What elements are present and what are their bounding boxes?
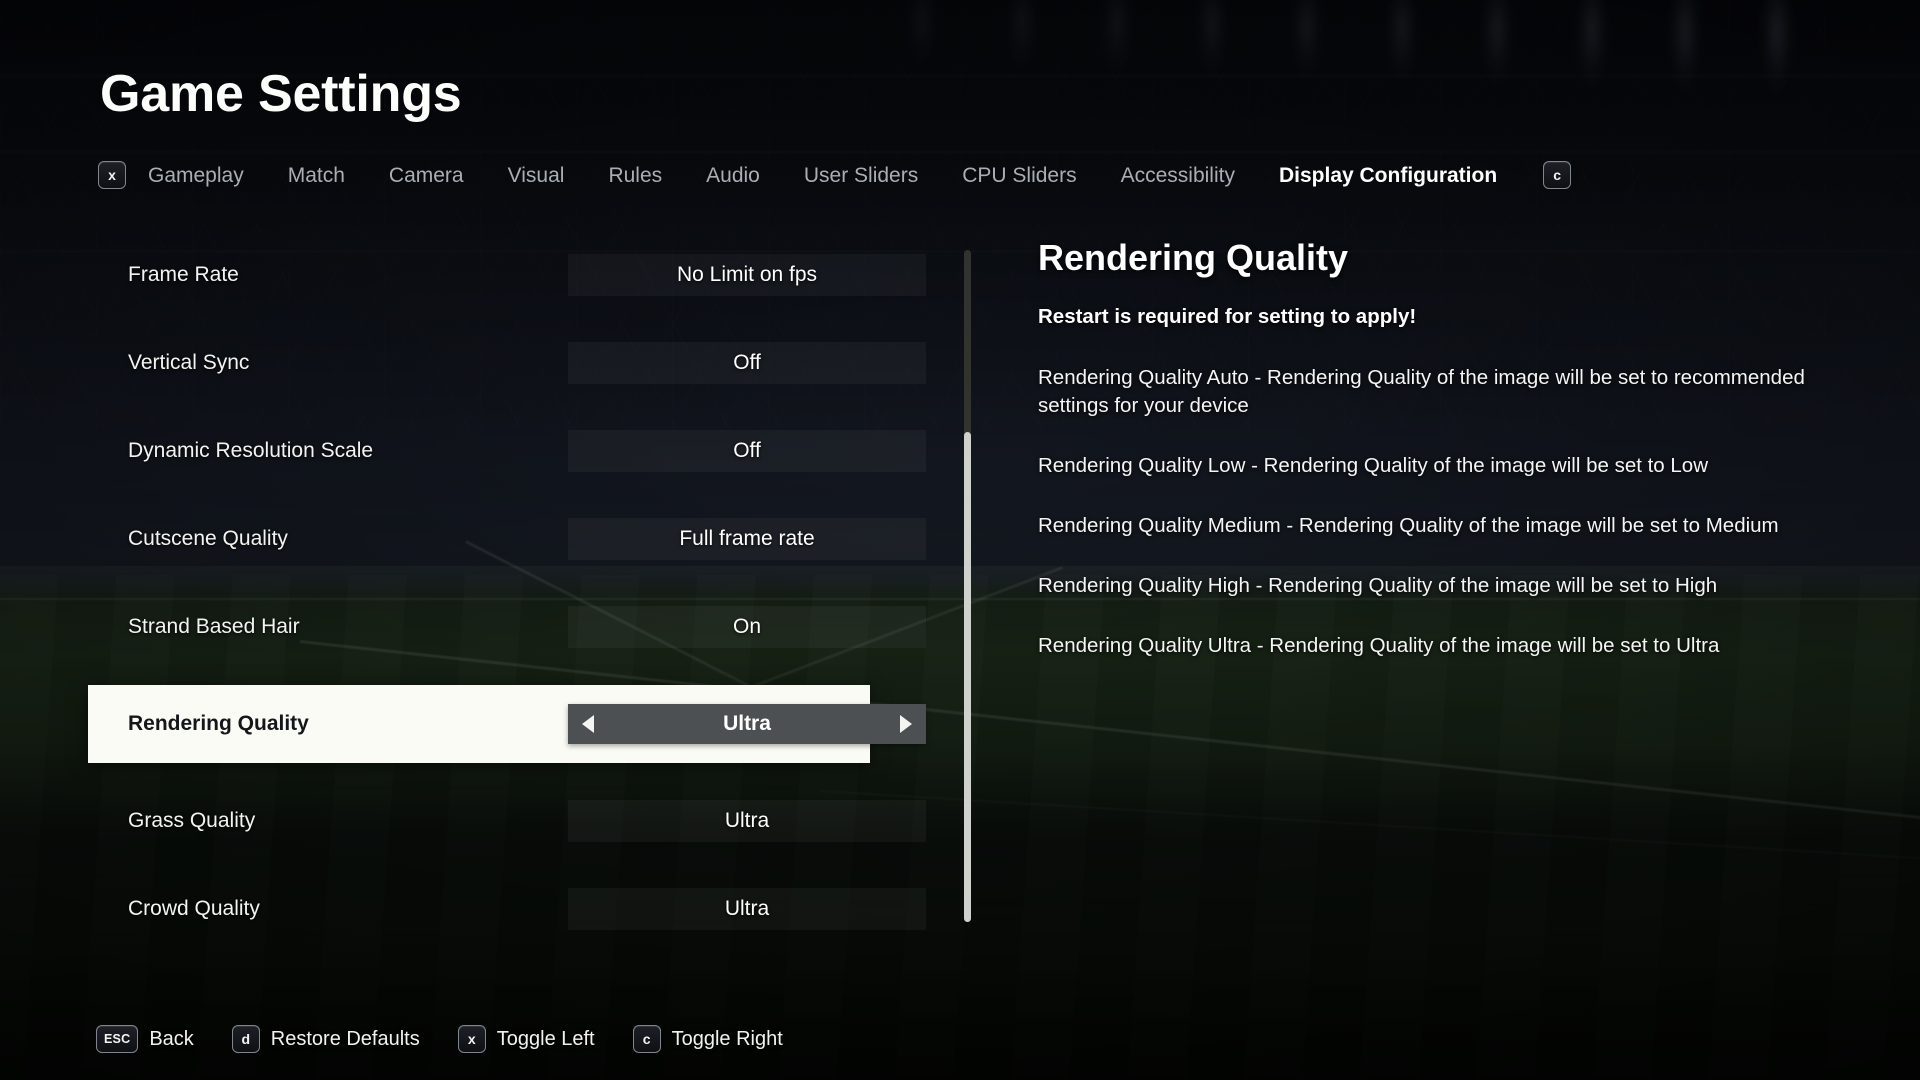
info-description-item: Rendering Quality Low - Rendering Qualit… [1038, 453, 1709, 477]
setting-label: Vertical Sync [128, 351, 250, 374]
setting-value-field: Full frame rate [568, 518, 926, 560]
setting-value-field: Ultra [568, 888, 926, 930]
setting-row[interactable]: Crowd Quality Ultra [100, 879, 958, 939]
setting-label: Strand Based Hair [128, 615, 300, 638]
info-description-item: Rendering Quality Medium - Rendering Qua… [1038, 513, 1779, 537]
footer-hint-bar: ESC Back d Restore Defaults x Toggle Left c Tog… [96, 1025, 821, 1053]
info-panel: Rendering Quality Restart is required fo… [1038, 238, 1858, 691]
setting-value: Off [733, 439, 761, 462]
setting-label: Crowd Quality [128, 897, 260, 920]
page-title: Game Settings [100, 65, 462, 123]
setting-label: Grass Quality [128, 809, 256, 832]
setting-row[interactable]: Grass Quality Ultra [100, 791, 958, 851]
setting-row[interactable]: Cutscene Quality Full frame rate [100, 509, 958, 569]
setting-row[interactable]: Frame Rate No Limit on fps [100, 245, 958, 305]
setting-row[interactable]: Strand Based Hair On [100, 597, 958, 657]
tab-rules[interactable]: Rules [586, 165, 684, 186]
info-description-item: Rendering Quality Auto - Rendering Quali… [1038, 366, 1805, 418]
footer-hint-label: Toggle Left [496, 1027, 595, 1050]
setting-value: Ultra [723, 712, 771, 735]
footer-hint-toggle-left[interactable]: x Toggle Left [457, 1025, 595, 1053]
settings-tab-bar: x Gameplay Match Camera Visual Rules Audio Use… [98, 158, 1920, 192]
setting-row[interactable]: Vertical Sync Off [100, 333, 958, 393]
setting-value-field: No Limit on fps [568, 254, 926, 296]
tab-audio[interactable]: Audio [684, 165, 782, 186]
setting-label: Cutscene Quality [128, 527, 288, 550]
info-description-item: Rendering Quality Ultra - Rendering Qual… [1038, 633, 1720, 657]
tab-accessibility[interactable]: Accessibility [1099, 165, 1257, 186]
setting-value: No Limit on fps [676, 263, 818, 286]
tab-visual[interactable]: Visual [486, 165, 587, 186]
setting-value: Ultra [724, 897, 770, 920]
info-panel-warning: Restart is required for setting to apply… [1038, 304, 1417, 328]
setting-value: Full frame rate [679, 527, 815, 550]
key-badge-d[interactable]: d [231, 1025, 260, 1053]
setting-value-field: Off [568, 342, 926, 384]
toggle-right-key-badge[interactable]: c [1543, 161, 1572, 189]
setting-value-stepper[interactable]: Ultra [568, 704, 926, 744]
footer-hint-toggle-right[interactable]: c Toggle Right [632, 1025, 783, 1053]
setting-label: Frame Rate [128, 263, 239, 286]
footer-hint-restore-defaults[interactable]: d Restore Defaults [231, 1025, 420, 1053]
info-description-item: Rendering Quality High - Rendering Quali… [1038, 573, 1718, 597]
key-badge-x[interactable]: x [457, 1025, 486, 1053]
info-panel-description-list: Rendering Quality Auto - Rendering Quali… [1038, 364, 1858, 659]
settings-scrollbar-thumb[interactable] [964, 432, 971, 922]
tab-match[interactable]: Match [266, 165, 367, 186]
toggle-left-key-badge[interactable]: x [98, 161, 126, 189]
setting-value-field: Off [568, 430, 926, 472]
setting-label: Dynamic Resolution Scale [128, 439, 374, 462]
setting-row[interactable]: Dynamic Resolution Scale Off [100, 421, 958, 481]
tab-cpu-sliders[interactable]: CPU Sliders [940, 165, 1098, 186]
settings-scrollbar[interactable] [964, 250, 971, 922]
footer-hint-label: Restore Defaults [270, 1027, 420, 1050]
setting-label: Rendering Quality [128, 712, 309, 735]
triangle-left-icon[interactable] [582, 715, 594, 733]
tab-display-configuration[interactable]: Display Configuration [1257, 165, 1519, 186]
triangle-right-icon[interactable] [900, 715, 912, 733]
tab-camera[interactable]: Camera [367, 165, 486, 186]
settings-list: Frame Rate No Limit on fps Vertical Sync Of… [88, 245, 958, 930]
key-badge-esc[interactable]: ESC [96, 1025, 139, 1053]
footer-hint-back[interactable]: ESC Back [96, 1025, 194, 1053]
setting-row-selected[interactable]: Rendering Quality Ultra [88, 685, 926, 763]
info-panel-title: Rendering Quality [1038, 237, 1349, 278]
setting-value: Off [733, 351, 761, 374]
setting-value-field: Ultra [568, 800, 926, 842]
footer-hint-label: Toggle Right [671, 1027, 783, 1050]
tab-gameplay[interactable]: Gameplay [126, 165, 266, 186]
setting-value-field: On [568, 606, 926, 648]
footer-hint-label: Back [149, 1027, 194, 1050]
setting-value: On [732, 615, 761, 638]
setting-value: Ultra [724, 809, 770, 832]
game-settings-screen: Game Settings x Gameplay Match Camera Visua… [0, 0, 1920, 1080]
tab-user-sliders[interactable]: User Sliders [782, 165, 940, 186]
key-badge-c[interactable]: c [632, 1025, 661, 1053]
